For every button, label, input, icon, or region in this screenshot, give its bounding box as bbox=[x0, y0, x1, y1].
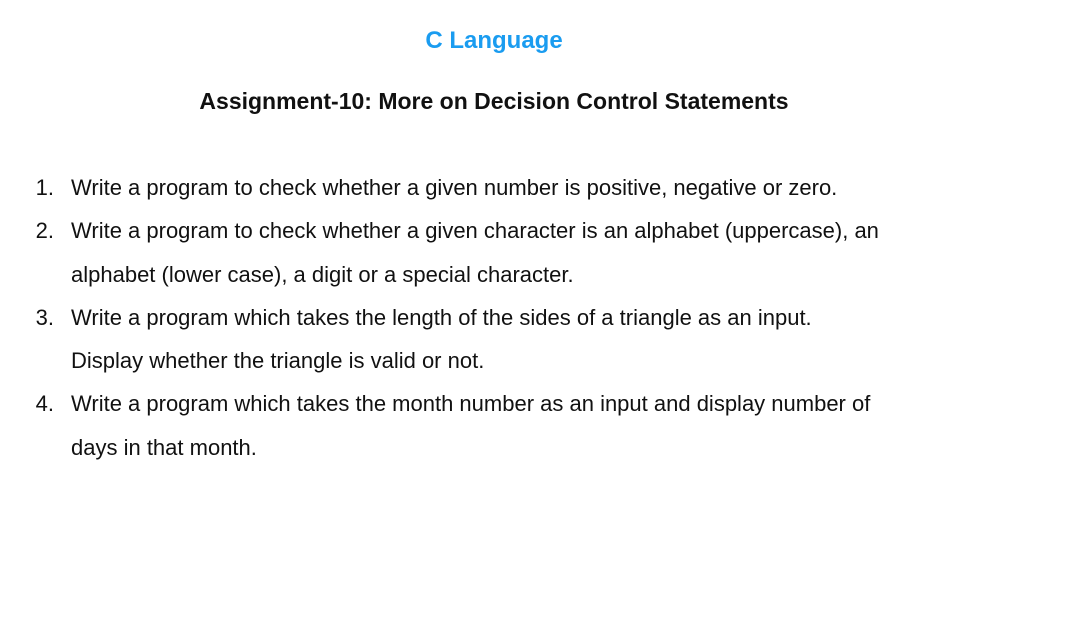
question-text-line: Write a program which takes the length o… bbox=[71, 304, 812, 330]
question-item: 2. Write a program to check whether a gi… bbox=[24, 209, 1054, 296]
question-text-line: Display whether the triangle is valid or… bbox=[71, 348, 485, 374]
question-number: 3. bbox=[35, 304, 54, 330]
question-number: 2. bbox=[35, 218, 54, 244]
question-text-line: alphabet (lower case), a digit or a spec… bbox=[71, 261, 574, 287]
question-item: 3. Write a program which takes the lengt… bbox=[24, 296, 1054, 383]
question-number: 4. bbox=[35, 391, 54, 417]
question-number: 1. bbox=[35, 175, 54, 200]
question-item: 1. Write a program to check whether a gi… bbox=[24, 166, 1054, 209]
question-list: 1. Write a program to check whether a gi… bbox=[24, 166, 1054, 469]
question-item: 4. Write a program which takes the month… bbox=[24, 382, 1054, 469]
question-text-line: Write a program to check whether a given… bbox=[71, 218, 879, 244]
question-text-line: Write a program to check whether a given… bbox=[71, 175, 838, 200]
question-text-line: Write a program which takes the month nu… bbox=[71, 391, 871, 417]
question-text-line: days in that month. bbox=[71, 434, 257, 460]
assignment-title: Assignment-10: More on Decision Control … bbox=[199, 88, 789, 114]
course-title: C Language bbox=[425, 27, 563, 54]
